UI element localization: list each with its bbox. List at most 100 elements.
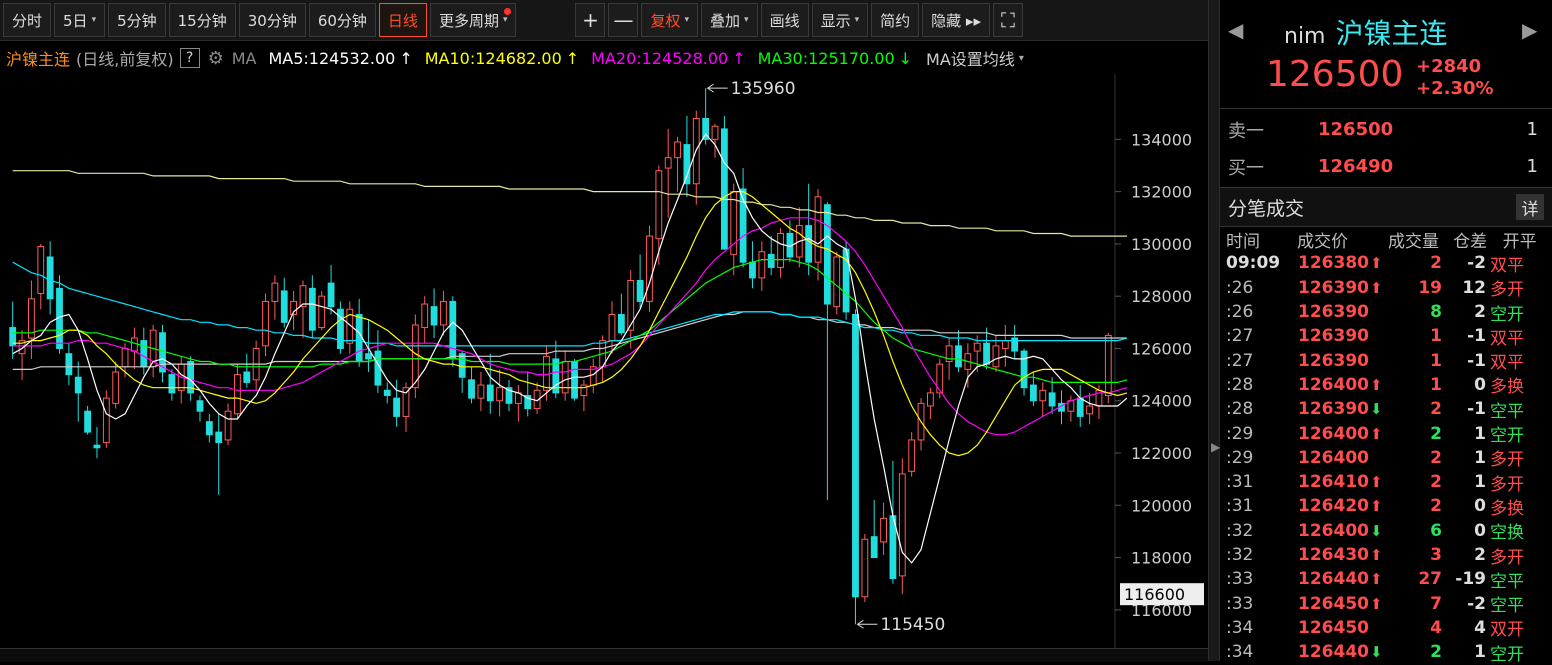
candle-body — [898, 473, 906, 577]
candle-body — [74, 376, 82, 394]
tab-intraday[interactable]: 分时 — [3, 3, 52, 37]
tick-volume: 4 — [1430, 617, 1442, 638]
collapse-arrow-icon[interactable]: ▶ — [1211, 440, 1220, 454]
tab-5min[interactable]: 5分钟 — [108, 3, 166, 37]
tick-volume: 1 — [1430, 326, 1442, 347]
next-instrument-icon[interactable]: ▶ — [1522, 18, 1537, 42]
tick-time: :27 — [1226, 350, 1254, 371]
tick-type: 空开 — [1490, 304, 1524, 325]
period-toolbar: 分时 5日 ▾ 5分钟 15分钟 30分钟 60分钟 日线 更多周期 ▾ + — 复权 ▾ 叠加 ▾ 画线 显示 ▾… — [0, 0, 1208, 41]
arrow-up-icon: ⬆ — [1370, 497, 1383, 516]
candle-body — [543, 355, 550, 391]
tick-oi-change: -19 — [1455, 569, 1486, 590]
ma30-value: MA30:125170.00 — [757, 48, 895, 68]
candle-body — [1029, 384, 1037, 402]
prev-instrument-icon[interactable]: ◀ — [1228, 18, 1243, 42]
candle-body — [477, 384, 485, 399]
candle-body — [870, 536, 878, 559]
candle-body — [955, 345, 962, 368]
candle-body — [1020, 350, 1028, 389]
tick-oi-change: 2 — [1474, 545, 1486, 565]
arrow-up-icon: ⬆ — [1370, 424, 1383, 443]
tick-row: :27 126390 1 -1 双平 — [1220, 324, 1552, 349]
tab-more-periods-label: 更多周期 — [438, 11, 499, 30]
panel-splitter[interactable]: ▶ — [1208, 0, 1220, 661]
candle-body — [224, 410, 232, 441]
tab-30min[interactable]: 30分钟 — [238, 3, 306, 37]
overlay-button-label: 叠加 — [710, 11, 741, 30]
tick-time: :32 — [1226, 545, 1254, 565]
candle-body — [168, 374, 176, 394]
tab-60min[interactable]: 60分钟 — [308, 3, 376, 37]
tick-row: :28 126390 ⬇ 2 -1 空平 — [1220, 397, 1552, 422]
arrow-up-icon: ⬆ — [1370, 254, 1383, 273]
tick-volume: 1 — [1430, 374, 1442, 395]
tick-time: :31 — [1226, 472, 1254, 493]
display-button[interactable]: 显示 ▾ — [811, 3, 869, 37]
help-button[interactable]: ? — [179, 48, 200, 68]
chevron-down-icon[interactable]: ▾ — [1019, 53, 1024, 64]
tick-volume: 2 — [1430, 423, 1442, 444]
candle-body — [805, 225, 813, 263]
arrow-up-icon: ⬆ — [1370, 570, 1383, 589]
tick-price: 126400 — [1298, 447, 1369, 468]
detail-button[interactable]: 详 — [1516, 194, 1544, 220]
candle-body — [486, 384, 494, 402]
candle-body — [262, 300, 269, 347]
ma250-line — [12, 170, 1127, 237]
candle-body — [1011, 337, 1019, 352]
tick-time: :33 — [1226, 569, 1254, 590]
candle-body — [1001, 340, 1009, 349]
candle-body — [271, 282, 279, 302]
tab-30min-label: 30分钟 — [247, 11, 297, 30]
gear-icon[interactable]: ⚙ — [208, 48, 224, 69]
overlay-button[interactable]: 叠加 ▾ — [701, 3, 758, 37]
ticks-title: 分笔成交 — [1228, 197, 1305, 220]
candle-body — [777, 232, 784, 268]
adjust-button[interactable]: 复权 ▾ — [641, 3, 699, 37]
quote-panel: ◀ nim 沪镍主连 ▶ 126500 +2840 +2.30% 卖一 12650… — [1220, 0, 1552, 665]
tab-more-periods[interactable]: 更多周期 ▾ — [429, 3, 517, 37]
zoom-in-icon[interactable]: + — [575, 3, 606, 37]
candle-body — [327, 282, 335, 308]
ticks-header: 分笔成交 详 — [1220, 187, 1552, 227]
tick-oi-change: 1 — [1474, 472, 1486, 493]
candle-body — [908, 439, 916, 472]
quote-header: ◀ nim 沪镍主连 ▶ 126500 +2840 +2.30% — [1220, 0, 1552, 109]
chevron-down-icon: ▾ — [502, 15, 508, 25]
col-time: 时间 — [1226, 231, 1260, 252]
candle-body — [926, 392, 934, 407]
tab-5day[interactable]: 5日 ▾ — [54, 3, 106, 37]
tick-time: :29 — [1226, 423, 1254, 444]
candle-body — [215, 431, 223, 444]
tab-15min[interactable]: 15分钟 — [168, 3, 236, 37]
candle-body — [37, 246, 45, 295]
indicator-strip — [0, 648, 1208, 662]
ma-label[interactable]: MA — [232, 49, 257, 68]
hide-button[interactable]: 隐藏 ▸▸ — [922, 3, 990, 37]
tab-daily-label: 日线 — [387, 11, 418, 30]
candle-body — [93, 444, 101, 449]
ma-settings-button[interactable]: MA设置均线 — [926, 46, 1015, 70]
arrow-up-icon: ⬆ — [1370, 546, 1383, 564]
fullscreen-icon[interactable]: ⛶ — [992, 3, 1023, 37]
draw-line-button-label: 画线 — [769, 11, 800, 30]
tick-oi-change: 12 — [1462, 277, 1486, 298]
candle-body — [355, 313, 363, 363]
tick-type: 多开 — [1490, 474, 1524, 495]
tick-type: 空平 — [1490, 401, 1524, 422]
candle-body — [992, 345, 1000, 368]
change-value: +2840 — [1416, 56, 1482, 77]
tab-daily[interactable]: 日线 — [378, 3, 427, 37]
draw-line-button[interactable]: 画线 — [760, 3, 809, 37]
ma10-value: MA10:124682.00 — [424, 48, 562, 68]
arrow-up-icon: ⬆ — [1370, 473, 1383, 492]
zoom-out-icon[interactable]: — — [608, 3, 639, 37]
ask-row: 卖一 126500 1 — [1220, 111, 1552, 148]
tick-oi-change: 1 — [1474, 447, 1486, 468]
candle-body — [664, 157, 672, 169]
tick-price: 126390 — [1298, 302, 1369, 323]
candle-body — [861, 538, 869, 598]
simple-button[interactable]: 简约 — [871, 3, 920, 37]
candlestick-chart[interactable]: 1160001180001200001220001240001260001280… — [0, 74, 1208, 648]
